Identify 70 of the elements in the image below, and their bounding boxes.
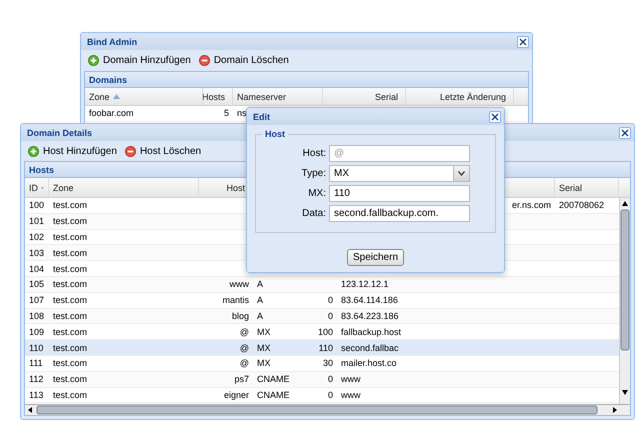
table-cell: test.com [53, 232, 88, 242]
table-cell: 103 [29, 248, 44, 258]
window-title: Edit [253, 112, 270, 122]
table-cell: ns [237, 108, 247, 118]
table-cell: 107 [29, 295, 44, 306]
table-cell: 100 [318, 326, 333, 337]
table-cell: www [341, 374, 360, 384]
table-cell: er.ns.com [512, 200, 551, 210]
window-title: Bind Admin [87, 36, 138, 46]
table-cell: blog [232, 310, 249, 321]
table-cell: second.fallbac [341, 342, 399, 353]
window-title: Domain Details [27, 128, 92, 138]
table-cell: 105 [29, 279, 44, 290]
table-cell: test.com [53, 358, 88, 368]
field-label: Type: [300, 168, 326, 179]
table-cell: MX [257, 342, 270, 353]
panel-header: Domains [84, 71, 529, 87]
table-cell: test.com [53, 295, 88, 306]
table-cell: 112 [29, 374, 44, 384]
table-cell: @ [240, 358, 249, 368]
table-cell: foobar.com [89, 108, 134, 118]
table-cell: @ [240, 326, 249, 337]
table-cell: 30 [322, 358, 333, 368]
table-cell: 83.64.223.186 [341, 310, 399, 321]
table-cell: 0 [328, 374, 333, 384]
field-label: MX: [307, 188, 326, 199]
table-cell: test.com [53, 264, 88, 274]
table-cell: test.com [53, 326, 88, 337]
table-cell: 111 [29, 358, 43, 368]
table-cell: test.com [53, 390, 88, 400]
table-cell: A [257, 295, 264, 306]
table-cell: fallbackup.host [341, 326, 402, 337]
table-cell: 108 [29, 310, 44, 321]
table-cell: mantis [222, 295, 249, 306]
table-cell: 0 [328, 295, 333, 306]
table-cell: 109 [29, 326, 44, 337]
table-cell: 102 [29, 232, 44, 242]
table-cell: A [257, 279, 264, 290]
table-cell: test.com [53, 374, 88, 384]
table-cell: A [257, 310, 264, 321]
table-cell: 101 [29, 216, 44, 226]
table-cell: 0 [328, 310, 333, 321]
table-cell: test.com [53, 200, 88, 210]
table-cell: test.com [53, 279, 88, 290]
table-cell: ps7 [234, 374, 249, 384]
field-label: Data: [301, 208, 326, 219]
table-cell: 5 [224, 108, 229, 118]
table-cell: test.com [53, 248, 88, 258]
table-cell: 113 [29, 390, 44, 400]
table-cell: eigner [224, 390, 249, 400]
table-cell: 110 [318, 342, 333, 353]
table-cell: www [230, 279, 249, 290]
table-cell: 123.12.12.1 [341, 279, 389, 290]
table-cell: www [341, 390, 360, 400]
table-cell: 200708062 [559, 200, 604, 210]
table-cell: test.com [53, 310, 88, 321]
table-cell: @ [240, 342, 249, 353]
table-cell: 110 [29, 342, 44, 353]
table-cell: 0 [328, 390, 333, 400]
field-label: Host: [302, 148, 326, 159]
table-cell: MX [257, 358, 270, 368]
table-cell: MX [257, 326, 270, 337]
table-cell: CNAME [257, 390, 290, 400]
table-cell: 83.64.114.186 [341, 295, 398, 306]
table-cell: mailer.host.co [341, 358, 397, 368]
table-cell: 104 [29, 264, 44, 274]
table-cell: test.com [53, 216, 88, 226]
table-cell: 100 [29, 200, 44, 210]
table-cell: test.com [53, 342, 88, 353]
table-cell: CNAME [257, 374, 290, 384]
